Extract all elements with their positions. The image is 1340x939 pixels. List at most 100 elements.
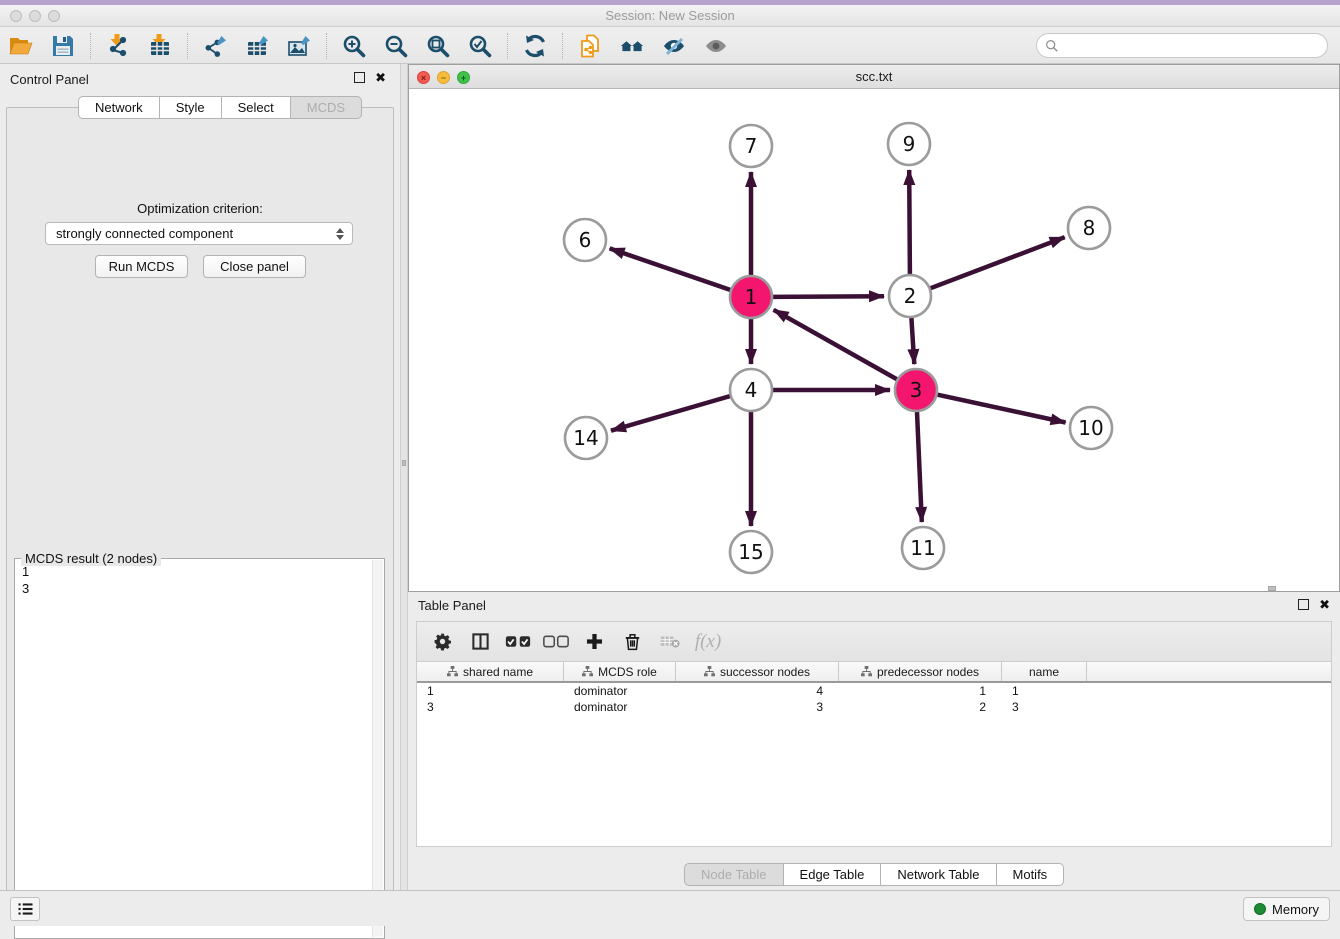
- delete-row-icon[interactable]: [619, 629, 645, 655]
- control-panel-tabs: NetworkStyleSelectMCDS: [78, 96, 362, 119]
- toolbar-separator: [90, 33, 91, 59]
- node-14[interactable]: 14: [565, 417, 607, 459]
- task-history-button[interactable]: [10, 897, 40, 921]
- edge-3-1[interactable]: [774, 310, 897, 379]
- node-8[interactable]: 8: [1068, 207, 1110, 249]
- tab-network[interactable]: Network: [78, 96, 160, 119]
- svg-text:7: 7: [745, 134, 758, 158]
- edge-2-9[interactable]: [909, 170, 910, 274]
- cell-name[interactable]: 1: [1002, 683, 1087, 699]
- tab-node-table[interactable]: Node Table: [684, 863, 784, 886]
- tab-mcds[interactable]: MCDS: [291, 96, 362, 119]
- table-row[interactable]: 3dominator323: [417, 699, 1331, 715]
- cell-shared_name[interactable]: 1: [417, 683, 564, 699]
- cell-successor_nodes[interactable]: 4: [676, 683, 839, 699]
- import-table-icon[interactable]: [145, 33, 175, 59]
- search-input[interactable]: [1059, 38, 1327, 53]
- save-session-icon[interactable]: [48, 33, 78, 59]
- run-mcds-button[interactable]: Run MCDS: [95, 255, 188, 278]
- import-network-icon[interactable]: [103, 33, 133, 59]
- home-views-icon[interactable]: [617, 33, 647, 59]
- result-scrollbar[interactable]: [372, 560, 383, 937]
- float-panel-icon[interactable]: [354, 72, 365, 83]
- network-window-titlebar[interactable]: × − + scc.txt: [409, 65, 1339, 89]
- float-table-panel-icon[interactable]: [1298, 599, 1309, 610]
- vertical-splitter[interactable]: [400, 64, 408, 890]
- edge-4-14[interactable]: [611, 396, 730, 431]
- application-window: Session: New Session Control Panel ✖ Net…: [0, 0, 1340, 926]
- gear-icon[interactable]: [429, 629, 455, 655]
- refresh-icon[interactable]: [520, 33, 550, 59]
- copy-network-icon[interactable]: [575, 33, 605, 59]
- edge-3-10[interactable]: [938, 395, 1066, 423]
- show-panel-icon[interactable]: [701, 33, 731, 59]
- tab-select[interactable]: Select: [222, 96, 291, 119]
- cell-predecessor_nodes[interactable]: 2: [839, 699, 1002, 715]
- table-row[interactable]: 1dominator411: [417, 683, 1331, 699]
- export-image-icon[interactable]: [284, 33, 314, 59]
- edge-2-8[interactable]: [931, 237, 1065, 288]
- zoom-out-icon[interactable]: [381, 33, 411, 59]
- cell-shared_name[interactable]: 3: [417, 699, 564, 715]
- node-7[interactable]: 7: [730, 125, 772, 167]
- column-header-name[interactable]: name: [1002, 662, 1087, 681]
- node-3[interactable]: 3: [895, 369, 937, 411]
- unselect-all-icon[interactable]: [543, 629, 569, 655]
- node-1[interactable]: 1: [730, 276, 772, 318]
- node-6[interactable]: 6: [564, 219, 606, 261]
- tab-network-table[interactable]: Network Table: [881, 863, 996, 886]
- criterion-dropdown[interactable]: strongly connected component: [45, 222, 353, 245]
- zoom-selected-icon[interactable]: [465, 33, 495, 59]
- window-title: Session: New Session: [0, 8, 1340, 23]
- tab-motifs[interactable]: Motifs: [997, 863, 1065, 886]
- edge-1-2[interactable]: [773, 296, 884, 297]
- tab-edge-table[interactable]: Edge Table: [784, 863, 882, 886]
- column-header-shared-name[interactable]: shared name: [417, 662, 564, 681]
- edge-1-6[interactable]: [610, 248, 731, 290]
- memory-button[interactable]: Memory: [1243, 897, 1330, 921]
- cell-successor_nodes[interactable]: 3: [676, 699, 839, 715]
- add-row-icon[interactable]: [581, 629, 607, 655]
- toolbar-separator: [507, 33, 508, 59]
- cell-predecessor_nodes[interactable]: 1: [839, 683, 1002, 699]
- network-graph-canvas[interactable]: 7 9 6 8 1 2 4 3 14 10 15 11: [409, 89, 1339, 591]
- main-titlebar: Session: New Session: [0, 5, 1340, 27]
- cell-name[interactable]: 3: [1002, 699, 1087, 715]
- tab-style[interactable]: Style: [160, 96, 222, 119]
- zoom-in-icon[interactable]: [339, 33, 369, 59]
- columns-icon[interactable]: [467, 629, 493, 655]
- node-table: shared nameMCDS rolesuccessor nodesprede…: [416, 661, 1332, 847]
- criterion-dropdown-value: strongly connected component: [56, 226, 233, 241]
- node-2[interactable]: 2: [889, 275, 931, 317]
- toolbar-separator: [326, 33, 327, 59]
- delete-table-icon: [657, 629, 683, 655]
- node-9[interactable]: 9: [888, 123, 930, 165]
- cell-mcds_role[interactable]: dominator: [564, 699, 676, 715]
- cell-mcds_role[interactable]: dominator: [564, 683, 676, 699]
- network-view-title: scc.txt: [409, 69, 1339, 84]
- hide-panel-icon[interactable]: [659, 33, 689, 59]
- select-all-icon[interactable]: [505, 629, 531, 655]
- column-header-predecessor-nodes[interactable]: predecessor nodes: [839, 662, 1002, 681]
- svg-text:11: 11: [910, 536, 935, 560]
- list-icon: [17, 902, 34, 916]
- open-file-icon[interactable]: [6, 33, 36, 59]
- search-box[interactable]: [1036, 33, 1328, 58]
- export-network-icon[interactable]: [200, 33, 230, 59]
- cell-filler: [1087, 683, 1331, 699]
- column-header-MCDS-role[interactable]: MCDS role: [564, 662, 676, 681]
- zoom-fit-icon[interactable]: [423, 33, 453, 59]
- node-10[interactable]: 10: [1070, 407, 1112, 449]
- close-panel-button[interactable]: Close panel: [203, 255, 306, 278]
- close-table-panel-icon[interactable]: ✖: [1319, 599, 1330, 610]
- edge-3-11[interactable]: [917, 412, 922, 522]
- export-table-icon[interactable]: [242, 33, 272, 59]
- edge-2-3[interactable]: [911, 318, 914, 364]
- mcds-result-text[interactable]: 1 3: [17, 563, 370, 936]
- node-4[interactable]: 4: [730, 369, 772, 411]
- node-15[interactable]: 15: [730, 531, 772, 573]
- horizontal-splitter-grip[interactable]: [1268, 586, 1276, 591]
- column-header-successor-nodes[interactable]: successor nodes: [676, 662, 839, 681]
- close-panel-icon[interactable]: ✖: [375, 72, 386, 83]
- node-11[interactable]: 11: [902, 527, 944, 569]
